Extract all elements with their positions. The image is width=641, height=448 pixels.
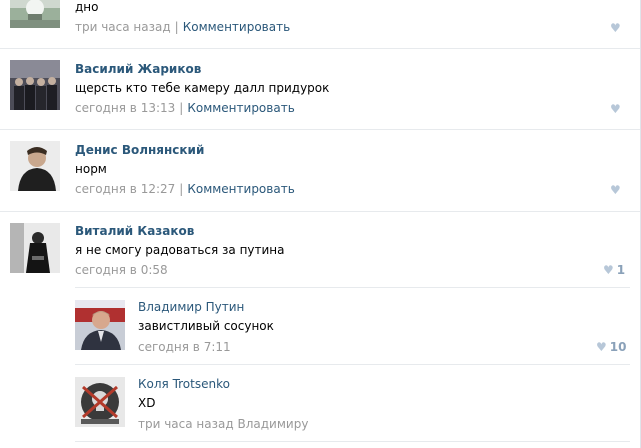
comment-text: щерсть кто тебе камеру далл придурок [75, 81, 330, 95]
like-button[interactable]: ♥ 10 [596, 340, 626, 354]
like-button[interactable]: ♥ [610, 183, 621, 197]
comment-time[interactable]: сегодня в 12:27 [75, 182, 175, 196]
comment-text: я не смогу радоваться за путина [75, 243, 285, 257]
heart-icon: ♥ [603, 263, 614, 277]
comment-meta: сегодня в 0:58 [75, 263, 168, 277]
comment-meta: три часа назад | Комментировать [75, 20, 291, 34]
reply-divider [75, 287, 630, 288]
comment-time[interactable]: сегодня в 13:13 [75, 101, 175, 115]
avatar[interactable] [10, 141, 60, 191]
comment-author[interactable]: Денис Волнянский [75, 143, 204, 157]
reply-time[interactable]: сегодня в 7:11 [138, 340, 231, 354]
avatar[interactable] [10, 0, 60, 28]
like-button[interactable]: ♥ 1 [603, 263, 625, 277]
heart-icon: ♥ [610, 183, 621, 197]
reply-time[interactable]: три часа назад [138, 417, 234, 431]
like-count: 1 [616, 263, 626, 277]
comment-time[interactable]: сегодня в 0:58 [75, 263, 168, 277]
heart-icon: ♥ [596, 340, 607, 354]
comment-reply-link[interactable]: Комментировать [187, 182, 294, 196]
comment-reply-link[interactable]: Комментировать [183, 20, 290, 34]
reply-text: завистливый сосунок [138, 319, 274, 333]
comment-item: Василий Жариков щерсть кто тебе камеру д… [0, 49, 640, 130]
reply-meta: три часа назад Владимиру [138, 417, 308, 431]
reply-text: XD [138, 396, 156, 410]
like-button[interactable]: ♥ [610, 21, 621, 35]
comment-text: дно [75, 0, 99, 14]
comment-meta: сегодня в 12:27 | Комментировать [75, 182, 295, 196]
avatar[interactable] [10, 223, 60, 273]
avatar[interactable] [75, 300, 125, 350]
comment-reply-link[interactable]: Комментировать [187, 101, 294, 115]
comment-author[interactable]: Василий Жариков [75, 62, 201, 76]
reply-to-link[interactable]: Владимиру [238, 417, 309, 431]
like-button[interactable]: ♥ [610, 102, 621, 116]
comment-time[interactable]: три часа назад [75, 20, 171, 34]
comment-item: дно три часа назад | Комментировать ♥ [0, 0, 640, 49]
avatar[interactable] [75, 377, 125, 427]
comment-text: норм [75, 162, 107, 176]
reply-divider [75, 364, 630, 365]
reply-author[interactable]: Владимир Путин [138, 300, 244, 314]
avatar[interactable] [10, 60, 60, 110]
reply-divider [75, 441, 630, 442]
comment-author[interactable]: Виталий Казаков [75, 224, 194, 238]
comment-meta: сегодня в 13:13 | Комментировать [75, 101, 295, 115]
heart-icon: ♥ [610, 21, 621, 35]
reply-author[interactable]: Коля Trotsenko [138, 377, 230, 391]
comment-item: Виталий Казаков я не смогу радоваться за… [0, 212, 640, 448]
like-count: 10 [609, 340, 627, 354]
heart-icon: ♥ [610, 102, 621, 116]
comment-item: Денис Волнянский норм сегодня в 12:27 | Ко… [0, 130, 640, 212]
reply-meta: сегодня в 7:11 [138, 340, 231, 354]
